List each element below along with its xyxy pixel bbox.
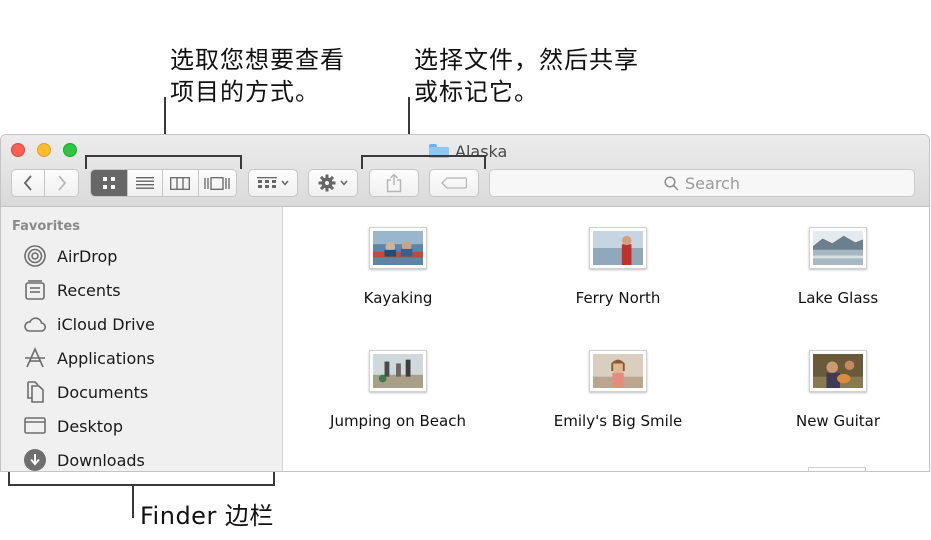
- group-by-button[interactable]: [248, 169, 298, 197]
- finder-window: Alaska Search Favorites AirDrop Recents …: [0, 134, 930, 472]
- sidebar-item-label: AirDrop: [57, 246, 118, 266]
- share-icon: [386, 173, 402, 193]
- sidebar-item-label: iCloud Drive: [57, 314, 155, 334]
- sidebar-item-icloud-drive[interactable]: iCloud Drive: [23, 309, 155, 339]
- cloud-icon: [24, 317, 47, 332]
- file-name: New Guitar: [795, 412, 881, 430]
- documents-icon: [27, 381, 44, 403]
- gear-icon: [318, 174, 336, 192]
- downloads-icon: [24, 449, 46, 471]
- group-by-icon: [257, 177, 277, 188]
- icon-view-button[interactable]: [91, 170, 128, 196]
- tag-icon: [441, 177, 467, 189]
- column-view-icon: [170, 176, 191, 190]
- file-name: Ferry North: [575, 289, 661, 307]
- sidebar-item-desktop[interactable]: Desktop: [23, 411, 123, 441]
- photo-thumbnail: [589, 227, 647, 269]
- view-mode-control: [90, 169, 237, 197]
- recents-icon: [25, 280, 45, 300]
- view-modes-callout: 选取您想要查看 项目的方式。: [170, 44, 345, 108]
- sidebar-leader: [132, 486, 134, 518]
- sidebar-item-downloads[interactable]: Downloads: [23, 445, 145, 471]
- action-button[interactable]: [308, 169, 358, 197]
- gallery-view-icon: [204, 176, 230, 190]
- sidebar-heading: Favorites: [12, 219, 80, 234]
- file-name: Kayaking: [363, 289, 433, 307]
- file-item[interactable]: Kayaking: [298, 227, 498, 307]
- sidebar-bracket: [8, 472, 275, 486]
- navigation-buttons: [11, 169, 79, 197]
- sidebar-item-applications[interactable]: Applications: [23, 343, 155, 373]
- forward-button[interactable]: [45, 170, 78, 196]
- chevron-left-icon: [23, 175, 32, 191]
- airdrop-icon: [24, 245, 46, 267]
- close-button[interactable]: [11, 143, 25, 157]
- callout-text: 选取您想要查看: [170, 46, 345, 74]
- photo-thumbnail: [809, 227, 867, 269]
- back-button[interactable]: [12, 170, 46, 196]
- toolbar: Alaska Search: [1, 135, 929, 207]
- file-grid: Kayaking Ferry North Lake Glass Jumping …: [284, 207, 929, 471]
- share-button[interactable]: [369, 169, 419, 197]
- photo-thumbnail: [369, 350, 427, 392]
- photo-thumbnail: [809, 350, 867, 392]
- share-tag-bracket: [361, 155, 486, 169]
- zoom-button[interactable]: [63, 143, 77, 157]
- sidebar-item-label: Desktop: [57, 416, 123, 436]
- gallery-view-button[interactable]: [198, 170, 236, 196]
- photo-thumbnail: [369, 227, 427, 269]
- file-name: Emily's Big Smile: [553, 412, 683, 430]
- photo-thumbnail: [589, 350, 647, 392]
- file-name: Jumping on Beach: [330, 412, 466, 430]
- list-view-button[interactable]: [127, 170, 164, 196]
- file-item[interactable]: Lake Glass: [738, 227, 929, 307]
- callout-text: 或标记它。: [414, 78, 539, 106]
- file-name: Lake Glass: [797, 289, 879, 307]
- callout-text: 项目的方式。: [170, 78, 320, 106]
- sidebar-item-label: Applications: [57, 348, 155, 368]
- chevron-right-icon: [57, 175, 66, 191]
- chevron-down-icon: [340, 180, 348, 186]
- sidebar-item-recents[interactable]: Recents: [23, 275, 121, 305]
- desktop-icon: [24, 417, 46, 434]
- sidebar-item-documents[interactable]: Documents: [23, 377, 148, 407]
- file-item[interactable]: Ferry North: [518, 227, 718, 307]
- file-item[interactable]: New Guitar: [738, 350, 929, 430]
- column-view-button[interactable]: [163, 170, 199, 196]
- finder-sidebar: Favorites AirDrop Recents iCloud Drive A…: [1, 207, 283, 471]
- tag-button[interactable]: [429, 169, 479, 197]
- sidebar-item-label: Downloads: [57, 450, 145, 470]
- chevron-down-icon: [281, 180, 289, 186]
- file-item[interactable]: Jumping on Beach: [298, 350, 498, 430]
- list-view-icon: [135, 177, 154, 189]
- callout-text: 选择文件，然后共享: [414, 46, 639, 74]
- view-modes-bracket: [85, 155, 242, 169]
- share-tag-callout: 选择文件，然后共享 或标记它。: [414, 44, 639, 108]
- applications-icon: [25, 347, 45, 368]
- sidebar-callout: Finder 边栏: [140, 502, 274, 530]
- magnifier-icon: [664, 175, 679, 191]
- minimize-button[interactable]: [37, 143, 51, 157]
- search-placeholder: Search: [685, 173, 740, 193]
- sidebar-item-label: Documents: [57, 382, 149, 402]
- icon-view-icon: [102, 177, 115, 189]
- search-field[interactable]: Search: [489, 169, 915, 197]
- file-item[interactable]: Emily's Big Smile: [518, 350, 718, 430]
- sidebar-item-airdrop[interactable]: AirDrop: [23, 241, 117, 271]
- sidebar-item-label: Recents: [57, 280, 121, 300]
- partial-thumbnail: [808, 467, 866, 471]
